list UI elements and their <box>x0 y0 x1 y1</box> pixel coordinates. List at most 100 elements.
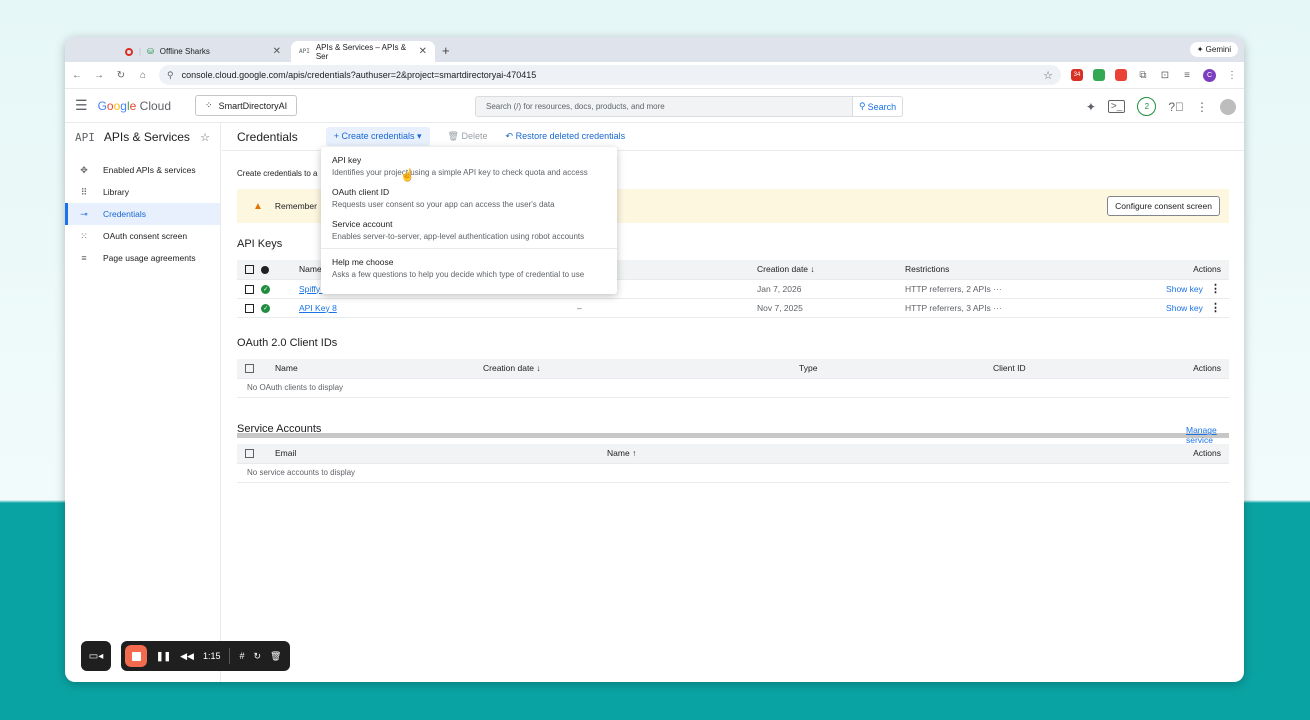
rewind-icon[interactable]: ◀◀ <box>180 651 194 662</box>
calendar-extension-icon[interactable]: 34 <box>1071 69 1083 81</box>
stop-icon <box>131 651 141 661</box>
table-header-row: Name Creation date ↓ Type Client ID Acti… <box>237 359 1229 379</box>
more-options-icon[interactable]: ⋮ <box>1196 100 1208 114</box>
hamburger-menu-icon[interactable]: ☰ <box>75 97 88 114</box>
grid-icon[interactable]: # <box>239 651 244 661</box>
search-bar: Search (/) for resources, docs, products… <box>475 96 904 117</box>
cloud-shell-icon[interactable]: >_ <box>1107 100 1126 113</box>
sidebar-item-library[interactable]: ⠿ Library <box>65 181 220 203</box>
gemini-button[interactable]: ✦ Gemini <box>1189 42 1238 57</box>
show-key-button[interactable]: Show key <box>1166 284 1203 294</box>
notifications-badge[interactable]: 2 <box>1137 97 1157 116</box>
select-all-checkbox[interactable] <box>245 265 254 275</box>
media-icon[interactable]: ≡ <box>1181 70 1193 81</box>
google-cloud-logo[interactable]: Google Cloud <box>98 99 171 113</box>
browser-toolbar: ← → ↻ ⌂ ⚲ console.cloud.google.com/apis/… <box>65 62 1244 89</box>
page-title: Credentials <box>237 129 298 144</box>
browser-window: | ⛁ Offline Sharks ✕ API APIs & Services… <box>65 37 1244 682</box>
search-button[interactable]: ⚲ Search <box>853 96 904 117</box>
extension-green-icon[interactable] <box>1093 69 1105 81</box>
project-picker[interactable]: ⁘ SmartDirectoryAI <box>195 95 298 116</box>
row-menu-icon[interactable]: ⋮ <box>1210 302 1221 314</box>
pin-star-icon[interactable]: ☆ <box>200 131 210 144</box>
row-menu-icon[interactable]: ⋮ <box>1210 283 1221 295</box>
menu-divider <box>321 248 617 249</box>
forward-icon[interactable]: → <box>93 70 105 81</box>
more-horiz-icon: ··· <box>993 283 1002 294</box>
camera-toggle-button[interactable]: ▭◂ <box>81 641 111 671</box>
menu-item-oauth-client-id[interactable]: OAuth client ID Requests user consent so… <box>321 183 617 215</box>
extensions-puzzle-icon[interactable]: ⧉ <box>1137 70 1149 81</box>
home-icon[interactable]: ⌂ <box>137 70 149 81</box>
warning-icon: ▲ <box>253 200 263 212</box>
shark-favicon-icon: ⛁ <box>147 47 154 56</box>
sidebar-item-oauth-consent[interactable]: ⁙ OAuth consent screen <box>65 225 220 247</box>
gemini-sparkle-icon[interactable]: ✦ <box>1086 100 1096 114</box>
reload-icon[interactable]: ↻ <box>115 70 127 81</box>
help-icon[interactable]: ?⃝ <box>1168 100 1184 114</box>
table-row: ✓ API Key 8 – Nov 7, 2025 HTTP referrers… <box>237 298 1229 318</box>
service-accounts-title: Service Accounts <box>237 423 322 435</box>
dots-icon: ⁙ <box>80 230 88 241</box>
restart-icon[interactable]: ↻ <box>253 651 261 662</box>
header-actions: ✦ >_ 2 ?⃝ ⋮ <box>1086 97 1236 116</box>
cloud-header: ☰ Google Cloud ⁘ SmartDirectoryAI Search… <box>65 89 1244 123</box>
diamond-icon: ✥ <box>80 164 88 175</box>
select-all-checkbox[interactable] <box>245 364 254 374</box>
settings-list-icon: ≡ <box>81 253 87 263</box>
key-name-link[interactable]: API Key 8 <box>299 303 337 313</box>
recorder-panel: ❚❚ ◀◀ 1:15 # ↻ 🗑 <box>121 641 291 671</box>
address-bar[interactable]: ⚲ console.cloud.google.com/apis/credenti… <box>159 65 1061 85</box>
api-keys-title: API Keys <box>237 238 283 250</box>
menu-item-service-account[interactable]: Service account Enables server-to-server… <box>321 215 617 247</box>
lens-icon[interactable]: ⊡ <box>1159 70 1171 81</box>
delete-button[interactable]: 🗑 Delete <box>448 131 488 142</box>
sidebar-header: API APIs & Services ☆ <box>75 130 210 144</box>
browser-menu-icon[interactable]: ⋮ <box>1226 70 1238 81</box>
sidebar-item-enabled-apis[interactable]: ✥ Enabled APIs & services <box>65 159 220 181</box>
stop-recording-button[interactable] <box>125 645 147 667</box>
select-all-checkbox[interactable] <box>245 449 254 459</box>
site-info-icon[interactable]: ⚲ <box>167 70 174 81</box>
sort-down-icon: ↓ <box>536 363 541 374</box>
more-horiz-icon: ··· <box>993 302 1002 313</box>
row-checkbox[interactable] <box>245 284 254 294</box>
new-tab-icon[interactable]: + <box>442 43 450 58</box>
pause-icon[interactable]: ❚❚ <box>156 651 171 662</box>
show-key-button[interactable]: Show key <box>1166 303 1203 313</box>
check-icon: ✓ <box>261 303 271 313</box>
sidebar-item-credentials[interactable]: ⊸ Credentials <box>65 203 220 225</box>
close-tab-icon[interactable]: ✕ <box>419 46 427 57</box>
row-checkbox[interactable] <box>245 303 254 313</box>
back-icon[interactable]: ← <box>71 70 83 81</box>
sort-up-icon: ↑ <box>632 448 637 459</box>
account-avatar[interactable] <box>1220 98 1236 115</box>
create-credentials-menu: API key Identifies your project using a … <box>321 147 617 294</box>
sidebar-item-page-usage[interactable]: ≡ Page usage agreements <box>65 247 220 269</box>
intro-text: Create credentials to a <box>237 169 318 178</box>
menu-item-api-key[interactable]: API key Identifies your project using a … <box>321 151 617 183</box>
extension-red-icon[interactable] <box>1115 69 1127 81</box>
profile-avatar[interactable]: C <box>1203 68 1216 82</box>
api-favicon-icon: API <box>299 48 310 55</box>
close-tab-icon[interactable]: ✕ <box>273 46 281 57</box>
bookmark-star-icon[interactable]: ☆ <box>1043 69 1053 82</box>
oauth-title: OAuth 2.0 Client IDs <box>237 337 338 349</box>
configure-consent-button[interactable]: Configure consent screen <box>1107 196 1220 216</box>
divider <box>229 648 231 664</box>
camera-icon: ▭◂ <box>88 650 104 662</box>
grid-icon: ⠿ <box>80 186 88 197</box>
horizontal-scrollbar[interactable] <box>237 433 1229 438</box>
restore-deleted-button[interactable]: ↶ Restore deleted credentials <box>506 131 626 142</box>
screen-recorder-controls: ▭◂ ❚❚ ◀◀ 1:15 # ↻ 🗑 <box>81 641 291 671</box>
create-credentials-button[interactable]: + Create credentials ▾ <box>325 127 430 146</box>
menu-item-help-me-choose[interactable]: Help me choose Asks a few questions to h… <box>321 253 617 285</box>
undo-icon: ↶ <box>505 131 514 141</box>
search-input[interactable]: Search (/) for resources, docs, products… <box>475 96 853 117</box>
tab-offline-sharks[interactable]: | ⛁ Offline Sharks ✕ <box>117 41 289 62</box>
trash-icon[interactable]: 🗑 <box>270 651 281 662</box>
tab-apis-services[interactable]: API APIs & Services – APIs & Ser ✕ <box>291 41 435 62</box>
hand-cursor-icon: ☝ <box>400 168 415 182</box>
project-icon: ⁘ <box>205 100 213 110</box>
table-header-row: Email Name ↑ Actions <box>237 444 1229 464</box>
